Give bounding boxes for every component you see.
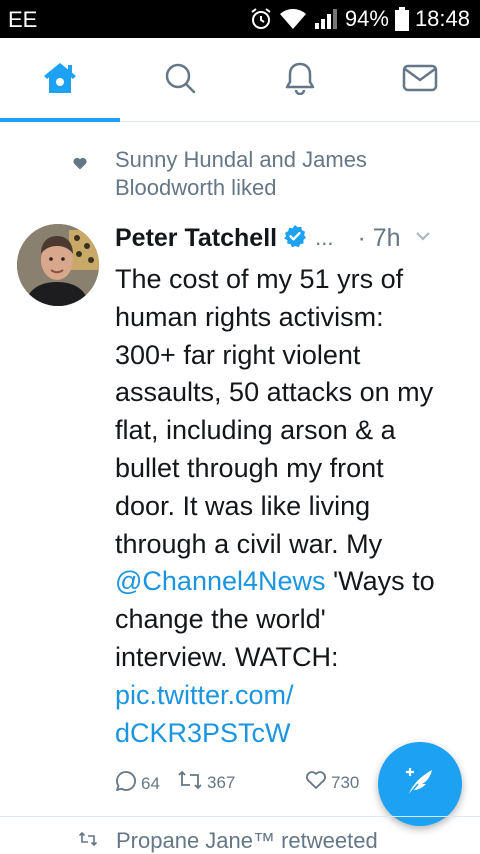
carrier-label: EE: [8, 7, 38, 32]
author-name[interactable]: Peter Tatchell: [115, 224, 277, 253]
retweet-button[interactable]: 367: [177, 770, 235, 795]
chevron-down-icon[interactable]: [415, 229, 431, 247]
reply-count: 64: [141, 773, 160, 793]
tab-messages[interactable]: [360, 38, 480, 122]
signal-icon: [313, 7, 339, 31]
tweet-timestamp[interactable]: · 7h: [357, 224, 400, 253]
tweet-text-line: The cost of my 51 yrs of: [115, 264, 404, 294]
tweet-text-line: flat, including arson & a: [115, 415, 396, 446]
clock: 18:48: [414, 6, 470, 31]
tweet-text-line: change the world': [115, 604, 326, 635]
tweet-text-line: door. It was like living: [115, 490, 371, 521]
tweet-text[interactable]: The cost of my 51 yrs of human rights ac…: [115, 261, 470, 752]
active-tab-indicator: [0, 118, 120, 122]
bell-icon: [284, 61, 316, 100]
heart-outline-icon: [305, 770, 327, 795]
status-bar: EE 94% 18:48: [0, 0, 480, 38]
mention-link[interactable]: @Channel4News: [115, 566, 326, 596]
verified-badge-icon: [283, 224, 307, 253]
status-indicators: 94% 18:48: [249, 6, 470, 32]
tweet-text-line: bullet through my front: [115, 452, 384, 483]
compose-tweet-button[interactable]: [378, 742, 462, 826]
social-context[interactable]: Sunny Hundal and James Bloodworth liked: [73, 146, 458, 202]
reply-icon: [115, 770, 137, 797]
tweet-text-line: through a civil war. My: [115, 528, 383, 559]
retweet-small-icon: [78, 831, 98, 851]
search-icon: [163, 61, 197, 100]
avatar[interactable]: [17, 224, 99, 306]
tweet-text-line: 300+ far right violent: [115, 339, 361, 370]
tab-home[interactable]: [0, 38, 120, 122]
retweet-icon: [177, 770, 203, 795]
wifi-icon: [279, 7, 307, 31]
social-context-line: Sunny Hundal and James: [115, 147, 367, 172]
tab-search[interactable]: [120, 38, 240, 122]
tab-notifications[interactable]: [240, 38, 360, 122]
like-button[interactable]: 730: [305, 770, 359, 795]
tweet-text-fragment: 'Ways to: [325, 566, 435, 597]
screen-name-truncation: ...: [315, 225, 334, 250]
social-context-line: Bloodworth liked: [115, 175, 277, 200]
compose-feather-icon: [400, 762, 440, 807]
tweet-header: Peter Tatchell ... · 7h: [115, 218, 465, 258]
heart-icon: [73, 157, 87, 175]
retweet-count: 367: [207, 772, 236, 792]
reply-button[interactable]: 64: [115, 770, 160, 797]
social-context-text: Sunny Hundal and James Bloodworth liked: [115, 146, 367, 202]
battery-icon: [394, 7, 409, 31]
like-count: 730: [331, 772, 360, 792]
home-icon: [41, 60, 79, 101]
envelope-icon: [402, 64, 438, 97]
tweet-text-line: interview. WATCH:: [115, 641, 339, 672]
battery-percent: 94%: [344, 6, 389, 31]
next-tweet-social-context[interactable]: Propane Jane™ retweeted: [78, 828, 378, 854]
media-link[interactable]: pic.twitter.com/: [115, 677, 470, 715]
next-social-context-text: Propane Jane™ retweeted: [116, 828, 378, 853]
alarm-icon: [249, 7, 273, 31]
tweet-text-line: @Channel4News 'Ways to: [115, 563, 470, 601]
tweet-text-line: assaults, 50 attacks on my: [115, 377, 434, 408]
tab-bar: [0, 38, 480, 122]
tweet-divider: [0, 816, 480, 817]
tweet-actions: 64 367 730: [115, 770, 375, 800]
tweet-text-line: human rights activism:: [115, 301, 384, 332]
